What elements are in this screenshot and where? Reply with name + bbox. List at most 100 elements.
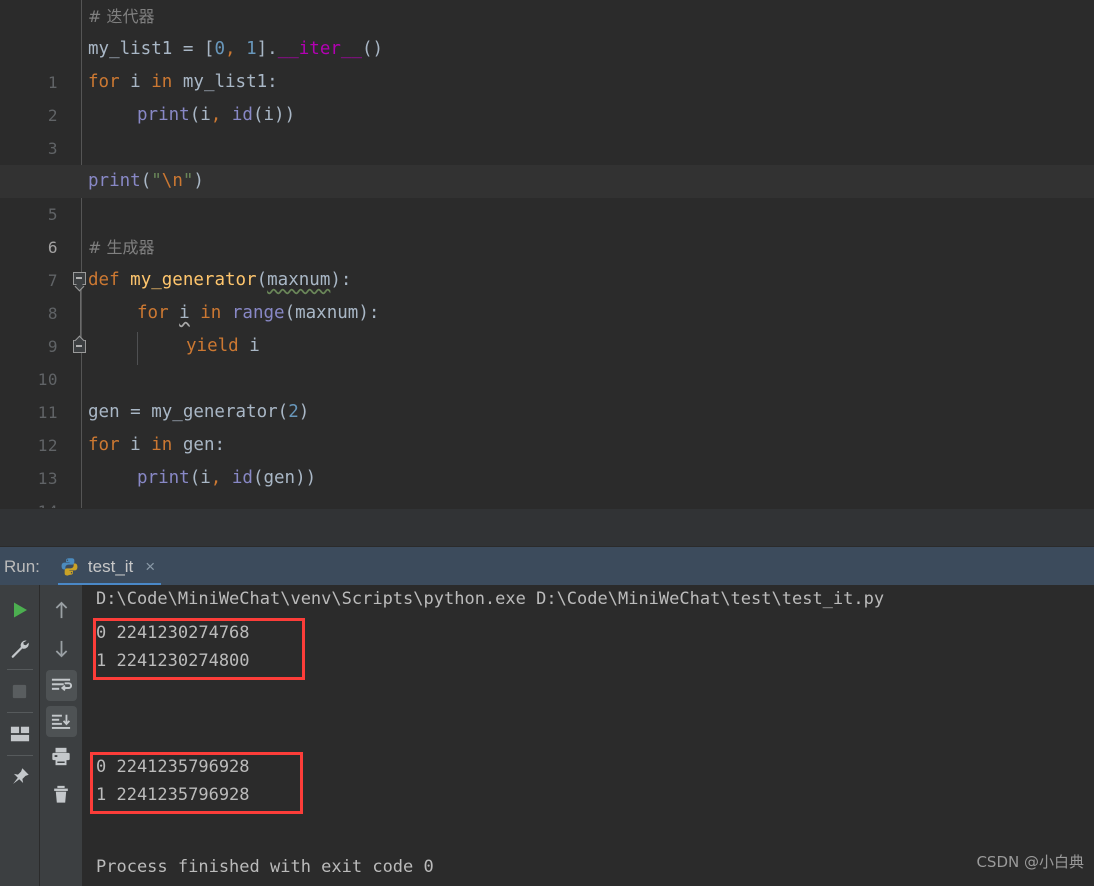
function-range-token: range xyxy=(231,303,285,323)
comment-token: # 迭代器 xyxy=(88,7,155,26)
clear-all-button[interactable] xyxy=(45,775,77,813)
dunder-token: __iter__ xyxy=(277,39,362,59)
code-text: for i in gen: xyxy=(88,429,225,462)
variable-token: i xyxy=(263,105,275,125)
code-row[interactable]: 3 for i in my_list1: xyxy=(0,66,1094,158)
operator-token: = xyxy=(119,402,152,422)
run-console-output[interactable]: D:\Code\MiniWeChat\venv\Scripts\python.e… xyxy=(82,585,1094,886)
line-gutter: 5 xyxy=(0,132,78,224)
number-token: 1 xyxy=(246,39,257,59)
code-text: my_list1 = [0, 1].__iter__() xyxy=(88,33,383,66)
soft-wrap-button[interactable] xyxy=(45,670,77,701)
keyword-for-token: for xyxy=(88,435,120,455)
number-token: 0 xyxy=(214,39,225,59)
variable-token: i xyxy=(249,336,260,356)
parens-token: () xyxy=(362,39,384,59)
run-tool-window-header: Run: test_it × xyxy=(0,546,1094,586)
code-row[interactable]: 1 # 迭代器 xyxy=(0,0,1094,92)
pin-tab-button[interactable] xyxy=(4,758,36,796)
run-tab-test-it[interactable]: test_it × xyxy=(54,547,165,586)
function-call-token: my_generator xyxy=(151,402,278,422)
play-triangle-icon xyxy=(13,602,27,618)
colon-token: : xyxy=(267,72,278,92)
run-left-toolbar xyxy=(0,585,39,886)
line-gutter: 15 xyxy=(0,462,78,495)
scroll-end-button[interactable] xyxy=(45,706,77,737)
keyword-def-token: def xyxy=(88,270,120,290)
variable-token: gen xyxy=(88,402,120,422)
code-row[interactable]: 11 yield i xyxy=(0,330,1094,422)
parameter-token: maxnum xyxy=(267,270,331,290)
variable-token: i xyxy=(200,105,211,125)
line-gutter: 12 xyxy=(0,363,78,455)
code-row[interactable]: 9 def my_generator(maxnum): xyxy=(0,264,1094,356)
run-label: Run: xyxy=(4,556,40,576)
code-row[interactable]: 13 gen = my_generator(2) xyxy=(0,396,1094,488)
trash-icon xyxy=(54,785,68,803)
quote-token: " xyxy=(182,171,194,191)
layout-button[interactable] xyxy=(4,715,36,753)
colon-token: : xyxy=(214,435,226,455)
code-row[interactable]: 14 for i in gen: xyxy=(0,429,1094,508)
editor-bottom-strip xyxy=(0,508,1094,547)
code-row-active[interactable]: 6 print("\n") xyxy=(0,165,1094,257)
colon-token: : xyxy=(340,270,352,290)
toolbar-divider xyxy=(6,755,33,756)
close-icon[interactable]: × xyxy=(145,558,155,575)
function-id-token: id xyxy=(231,468,253,488)
number-token: 2 xyxy=(288,402,299,422)
line-gutter: 13 xyxy=(0,396,78,488)
keyword-yield-token: yield xyxy=(186,336,239,356)
code-row[interactable]: 15 print(i, id(gen)) xyxy=(0,462,1094,495)
code-row[interactable]: 10 for i in range(maxnum): xyxy=(0,297,1094,389)
console-exit-message: Process finished with exit code 0 xyxy=(96,857,434,877)
comma-token: , xyxy=(225,39,247,59)
up-button[interactable] xyxy=(45,591,77,629)
code-row[interactable]: 4 print(i, id(i)) xyxy=(0,99,1094,191)
code-text: # 生成器 xyxy=(88,231,155,264)
colon-token: : xyxy=(368,303,380,323)
console-output-line: 1 2241235796928 xyxy=(96,785,250,805)
code-text: for i in range(maxnum): xyxy=(137,303,380,323)
settings-button[interactable] xyxy=(4,629,36,667)
print-button[interactable] xyxy=(45,737,77,775)
printer-icon xyxy=(52,747,70,765)
keyword-in-token: in xyxy=(200,303,222,323)
bracket-token: [ xyxy=(203,39,215,59)
code-text: def my_generator(maxnum): xyxy=(88,270,352,290)
code-row[interactable]: 12 xyxy=(0,363,1094,455)
stop-button[interactable] xyxy=(4,672,36,710)
arrow-up-icon xyxy=(55,601,67,618)
run-tool-window-body: D:\Code\MiniWeChat\venv\Scripts\python.e… xyxy=(0,585,1094,886)
line-gutter: 2 xyxy=(0,33,78,125)
line-gutter: 6 xyxy=(0,165,78,257)
code-text: yield i xyxy=(88,330,260,363)
code-row[interactable]: 2 my_list1 = [0, 1].__iter__() xyxy=(0,33,1094,125)
code-row[interactable]: 7 xyxy=(0,198,1094,290)
variable-token: i xyxy=(130,435,141,455)
code-row[interactable]: 5 xyxy=(0,132,1094,224)
function-id-token: id xyxy=(231,105,253,125)
soft-wrap-icon xyxy=(51,678,72,691)
run-tab-label: test_it xyxy=(87,556,134,576)
console-output-line: 1 2241230274800 xyxy=(96,651,250,671)
console-output-line: 0 2241230274768 xyxy=(96,623,250,643)
stop-square-icon xyxy=(12,684,27,698)
layout-icon xyxy=(10,726,29,742)
rerun-button[interactable] xyxy=(4,591,36,629)
variable-token: gen xyxy=(182,435,215,455)
variable-token: i xyxy=(179,303,190,323)
code-lines: 1 # 迭代器 2 my_list1 = [0, 1].__iter__() 3… xyxy=(0,0,1094,508)
code-text: gen = my_generator(2) xyxy=(88,402,310,422)
code-row[interactable]: 8 # 生成器 xyxy=(0,231,1094,323)
down-button[interactable] xyxy=(45,629,77,667)
run-console-toolbar xyxy=(39,585,82,886)
code-editor[interactable]: 1 # 迭代器 2 my_list1 = [0, 1].__iter__() 3… xyxy=(0,0,1094,508)
console-output-line: 0 2241235796928 xyxy=(96,757,250,777)
line-gutter: 9 xyxy=(0,264,78,356)
operator-token: = xyxy=(172,39,204,59)
code-text: print(i, id(i)) xyxy=(137,105,296,125)
keyword-for-token: for xyxy=(137,303,169,323)
quote-token: " xyxy=(151,171,162,191)
variable-token: gen xyxy=(263,468,296,488)
